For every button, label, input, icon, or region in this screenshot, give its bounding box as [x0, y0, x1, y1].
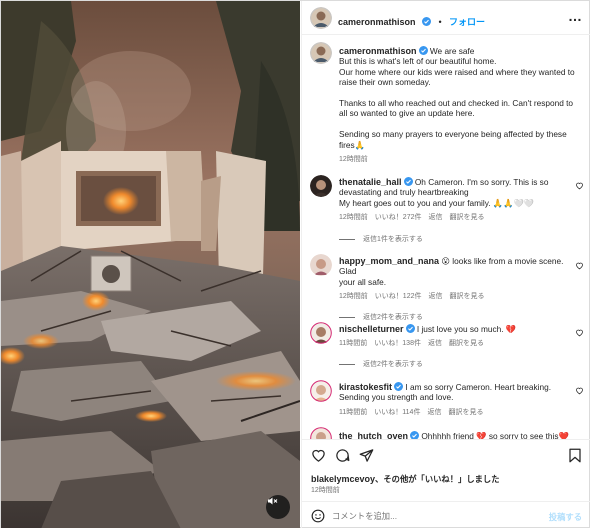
liked-by-username[interactable]: blakelymcevoy: [311, 474, 375, 484]
comment-input[interactable]: [332, 508, 522, 524]
commenter-avatar[interactable]: [310, 380, 332, 402]
caption: cameronmathison We are safe But this is …: [339, 46, 584, 164]
more-options-icon[interactable]: …: [568, 8, 582, 24]
commenter-avatar[interactable]: [310, 254, 332, 276]
caption-text: Thanks to all who reached out and checke…: [339, 98, 574, 109]
liked-by-others[interactable]: 、その他が「いいね！」しました: [375, 474, 499, 484]
caption-line: cameronmathison We are safe: [339, 46, 584, 56]
comment-text: Oh Cameron. I'm so sorry. This is so: [414, 177, 549, 187]
post-timestamp[interactable]: 12時間前: [311, 485, 340, 495]
caption-text: Our home where our kids were raised and …: [339, 66, 575, 77]
commenter-avatar[interactable]: [310, 322, 332, 344]
comments-scroll-area[interactable]: cameronmathison We are safe But this is …: [302, 35, 590, 439]
comment-likes[interactable]: いいね！122件: [375, 293, 422, 300]
comment-likes[interactable]: いいね！114件: [374, 409, 420, 416]
caption-text: We are safe: [429, 46, 475, 56]
reply-button[interactable]: 返信: [427, 409, 441, 416]
instagram-post-dialog: cameronmathison • フォロー … cameronmathison…: [0, 0, 590, 528]
translate-button[interactable]: 翻訳を見る: [449, 340, 484, 347]
caption-text: all so wanted to give an update here.: [339, 108, 475, 119]
emoji-smiley-icon[interactable]: [311, 509, 325, 523]
verified-badge-icon: [410, 431, 420, 439]
comment-text: My heart goes out to you and your family…: [339, 197, 535, 208]
caption-username[interactable]: cameronmathison: [339, 46, 417, 56]
view-replies-button[interactable]: 返信1件を表示する: [339, 234, 574, 244]
comment-bubble-icon[interactable]: [335, 448, 350, 463]
comment-text: I just love you so much. 💔: [416, 324, 517, 334]
verified-badge-icon: [394, 382, 404, 391]
like-comment-heart-icon[interactable]: [575, 328, 584, 337]
view-replies-label: 返信1件を表示する: [363, 236, 423, 244]
comment-meta: 12時間前 いいね！122件 返信 翻訳を見る: [339, 291, 574, 301]
comment: the_hutch_oven Ohhhhh friend 💔 so sorry …: [339, 431, 574, 439]
commenter-avatar[interactable]: [310, 175, 332, 197]
comment: kirastokesfit I am so sorry Cameron. Hea…: [339, 382, 574, 417]
fire-ruins-image: [1, 1, 300, 528]
like-comment-heart-icon[interactable]: [575, 181, 584, 190]
view-replies-label: 返信2件を表示する: [363, 314, 423, 322]
translate-button[interactable]: 翻訳を見る: [448, 409, 483, 416]
mute-toggle[interactable]: [266, 495, 290, 519]
comment-text: Sending you strength and love.: [339, 392, 454, 403]
comment-time[interactable]: 11時間前: [339, 409, 367, 416]
comment: thenatalie_hall Oh Cameron. I'm so sorry…: [339, 177, 574, 244]
verified-badge-icon: [421, 17, 431, 26]
comment-meta: 12時間前 いいね！272件 返信 翻訳を見る: [339, 212, 574, 222]
comment-username[interactable]: happy_mom_and_nana: [339, 256, 439, 266]
save-bookmark-icon[interactable]: [568, 448, 582, 463]
comment-meta: 11時間前 いいね！138件 返信 翻訳を見る: [339, 338, 574, 348]
add-comment-bar: 投稿する: [302, 501, 590, 528]
comment: happy_mom_and_nana 😮 looks like from a m…: [339, 256, 574, 322]
post-header: cameronmathison • フォロー …: [302, 1, 590, 35]
caption-text: fires🙏: [339, 139, 366, 150]
comment-time[interactable]: 12時間前: [339, 293, 368, 300]
caption-text: [339, 119, 584, 129]
comment-time[interactable]: 12時間前: [339, 214, 368, 221]
translate-button[interactable]: 翻訳を見る: [449, 293, 484, 300]
view-replies-label: 返信2件を表示する: [363, 361, 423, 369]
post-side-panel: cameronmathison • フォロー … cameronmathison…: [301, 1, 590, 528]
like-comment-heart-icon[interactable]: [575, 386, 584, 395]
verified-badge-icon: [405, 324, 415, 333]
comment-text: your all safe.: [339, 276, 387, 287]
comment: nischelleturner I just love you so much.…: [339, 324, 574, 369]
reply-button[interactable]: 返信: [428, 214, 442, 221]
view-replies-button[interactable]: 返信2件を表示する: [339, 359, 574, 369]
post-video[interactable]: [1, 1, 300, 528]
caption-text: raise their own someday.: [339, 77, 431, 88]
follow-button[interactable]: フォロー: [449, 17, 485, 27]
translate-button[interactable]: 翻訳を見る: [449, 214, 484, 221]
verified-badge-icon: [418, 46, 428, 55]
caption-text: Sending so many prayers to everyone bein…: [339, 129, 567, 140]
caption-text: But this is what's left of our beautiful…: [339, 56, 497, 67]
muted-speaker-icon: [268, 497, 278, 505]
comment-username[interactable]: the_hutch_oven: [339, 431, 408, 439]
comment-text: devastating and truly heartbreaking: [339, 187, 469, 198]
post-comment-button[interactable]: 投稿する: [549, 511, 582, 523]
reply-button[interactable]: 返信: [428, 293, 442, 300]
avatar[interactable]: [310, 7, 332, 29]
share-send-icon[interactable]: [359, 448, 374, 463]
caption-text: [339, 88, 584, 98]
comment-meta: 11時間前 いいね！114件 返信 翻訳を見る: [339, 407, 574, 417]
reply-button[interactable]: 返信: [428, 340, 442, 347]
like-heart-icon[interactable]: [311, 448, 326, 463]
comment-text: I am so sorry Cameron. Heart breaking.: [405, 382, 552, 392]
likes-summary: blakelymcevoy、その他が「いいね！」しました: [311, 473, 500, 485]
author-avatar[interactable]: [310, 42, 332, 64]
commenter-avatar[interactable]: [310, 427, 332, 439]
comment-username[interactable]: kirastokesfit: [339, 382, 392, 392]
post-actions-bar: blakelymcevoy、その他が「いいね！」しました 12時間前: [302, 439, 590, 499]
comment-username[interactable]: nischelleturner: [339, 324, 404, 334]
author-username[interactable]: cameronmathison: [338, 17, 416, 27]
comment-likes[interactable]: いいね！138件: [374, 340, 421, 347]
comment-username[interactable]: thenatalie_hall: [339, 177, 402, 187]
verified-badge-icon: [403, 177, 413, 186]
comment-time[interactable]: 11時間前: [339, 340, 367, 347]
view-replies-button[interactable]: 返信2件を表示する: [339, 312, 574, 322]
comment-likes[interactable]: いいね！272件: [375, 214, 422, 221]
caption-timestamp[interactable]: 12時間前: [339, 154, 584, 164]
like-comment-heart-icon[interactable]: [575, 261, 584, 270]
